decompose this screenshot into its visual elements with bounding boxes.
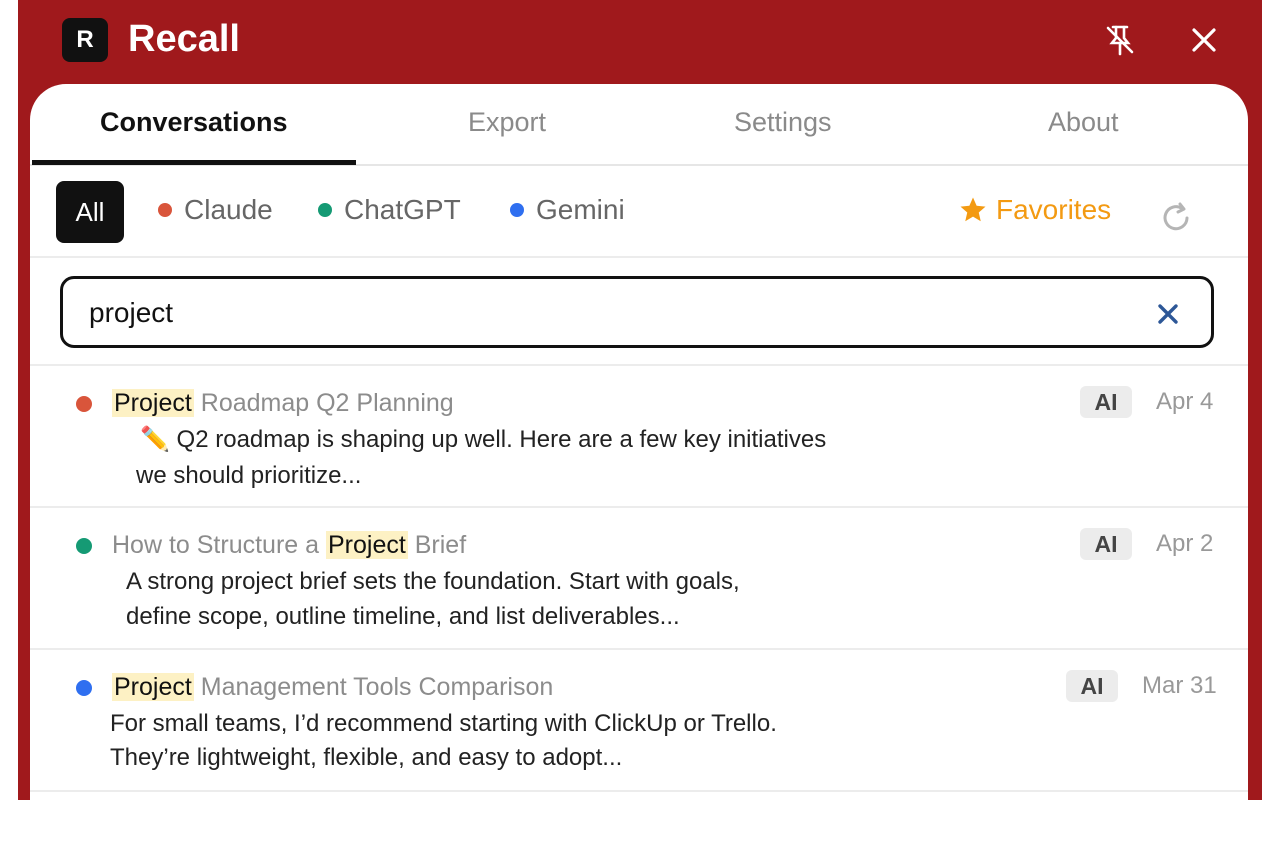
active-tab-indicator	[32, 160, 356, 165]
clear-icon[interactable]	[1151, 297, 1185, 331]
gemini-dot	[510, 203, 524, 217]
search-box	[60, 276, 1214, 348]
app-title: Recall	[128, 18, 240, 60]
filter-chatgpt[interactable]: ChatGPT	[318, 192, 461, 228]
conversation-row[interactable]: Project Management Tools Comparison For …	[30, 650, 1248, 792]
claude-dot	[158, 203, 172, 217]
conversation-date: Apr 4	[1156, 388, 1214, 415]
filter-chatgpt-label: ChatGPT	[344, 194, 461, 225]
source-dot	[76, 396, 92, 412]
ai-badge: AI	[1066, 670, 1118, 702]
conversation-snippet-line1: ✏️ Q2 roadmap is shaping up well. Here a…	[140, 426, 827, 453]
search-area	[30, 258, 1248, 366]
filter-gemini[interactable]: Gemini	[510, 192, 625, 228]
conversation-title: How to Structure a Project Brief	[112, 531, 467, 559]
main-panel: Conversations Export Settings About All …	[30, 84, 1248, 844]
filter-claude-label: Claude	[184, 194, 273, 225]
refresh-icon[interactable]	[1158, 200, 1198, 240]
source-dot	[76, 680, 92, 696]
favorites-filter[interactable]: Favorites	[958, 192, 1111, 228]
search-highlight: Project	[112, 673, 194, 701]
source-dot	[76, 538, 92, 554]
conversation-snippet-line2: define scope, outline timeline, and list…	[126, 603, 680, 630]
filter-gemini-label: Gemini	[536, 194, 625, 225]
filter-all-button[interactable]: All	[56, 181, 124, 243]
favorites-label: Favorites	[996, 194, 1112, 225]
conversation-snippet-line2: we should prioritize...	[136, 462, 362, 489]
app-logo: R	[62, 18, 108, 62]
search-highlight: Project	[112, 389, 194, 417]
conversation-date: Apr 2	[1156, 530, 1214, 557]
conversation-row[interactable]: Project Roadmap Q2 Planning ✏️ Q2 roadma…	[30, 366, 1248, 508]
conversation-snippet-line2: They’re lightweight, flexible, and easy …	[110, 744, 623, 771]
conversation-date: Mar 31	[1142, 672, 1217, 699]
unpin-icon[interactable]	[1100, 20, 1140, 60]
conversation-title: Project Management Tools Comparison	[112, 673, 554, 701]
search-input[interactable]	[89, 293, 1129, 333]
tab-export[interactable]: Export	[468, 104, 546, 140]
close-icon[interactable]	[1184, 20, 1224, 60]
tab-settings[interactable]: Settings	[734, 104, 832, 140]
app-window: R Recall Conversations Export Settings A…	[18, 0, 1262, 844]
conversation-row[interactable]: How to Structure a Project Brief A stron…	[30, 508, 1248, 650]
star-icon	[958, 195, 988, 225]
conversation-snippet-line1: For small teams, I’d recommend starting …	[110, 710, 777, 737]
tab-bar: Conversations Export Settings About	[30, 84, 1248, 166]
title-bar: R Recall	[18, 0, 1262, 84]
chatgpt-dot	[318, 203, 332, 217]
ai-badge: AI	[1080, 528, 1132, 560]
ai-badge: AI	[1080, 386, 1132, 418]
tab-conversations[interactable]: Conversations	[100, 104, 288, 140]
search-highlight: Project	[325, 531, 408, 559]
filter-claude[interactable]: Claude	[158, 192, 273, 228]
source-filter-bar: All Claude ChatGPT Gemini Favorites	[30, 166, 1248, 258]
tab-about[interactable]: About	[1048, 104, 1119, 140]
conversation-snippet-line1: A strong project brief sets the foundati…	[126, 568, 740, 595]
conversation-title: Project Roadmap Q2 Planning	[112, 389, 454, 417]
